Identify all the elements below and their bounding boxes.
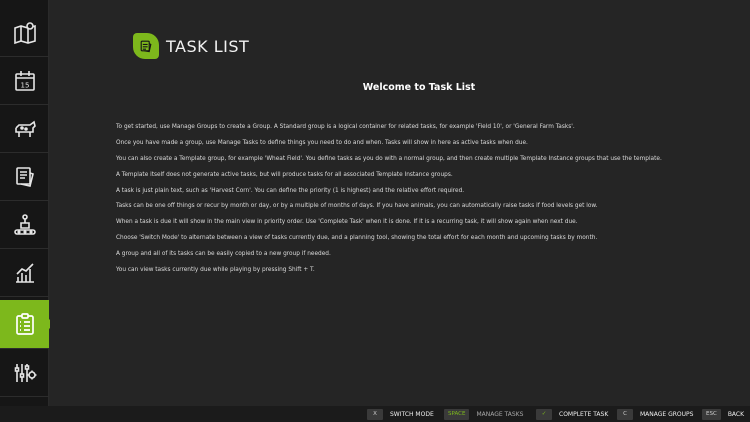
intro-paragraph: When a task is due it will show in the m… [116, 219, 578, 226]
welcome-heading: Welcome to Task List [362, 82, 476, 93]
intro-paragraph: A group and all of its tasks can be easi… [116, 251, 331, 258]
intro-text: To get started, use Manage Groups to cre… [116, 124, 696, 283]
sidebar-item-statistics[interactable] [0, 250, 49, 297]
complete-task-hint[interactable]: ✓ COMPLETE TASK [536, 408, 608, 420]
manage-groups-label: MANAGE GROUPS [640, 410, 694, 418]
sliders-gear-icon [14, 364, 36, 382]
clipboard-list-icon [15, 313, 34, 335]
sidebar-item-task-list[interactable] [0, 300, 54, 349]
switch-mode-label: SWITCH MODE [390, 410, 434, 418]
switch-mode-hint[interactable]: X SWITCH MODE [367, 408, 434, 420]
key-c: C [617, 408, 633, 420]
sidebar-item-contracts[interactable] [0, 154, 49, 201]
svg-text:15: 15 [20, 82, 29, 90]
intro-paragraph: To get started, use Manage Groups to cre… [116, 124, 575, 130]
sidebar-item-animals[interactable] [0, 106, 49, 153]
sidebar-item-settings[interactable] [0, 350, 49, 397]
map-pin-icon [13, 22, 36, 45]
intro-paragraph: A task is just plain text, such as 'Harv… [116, 187, 465, 194]
task-list-logo [133, 33, 159, 59]
button-hint-bar: X SWITCH MODE SPACE MANAGE TASKS ✓ COMPL… [0, 406, 750, 422]
manage-tasks-label: MANAGE TASKS [476, 410, 524, 418]
back-hint[interactable]: ESC BACK [702, 408, 744, 420]
calendar-icon: 15 [14, 71, 35, 91]
manage-tasks-hint[interactable]: SPACE MANAGE TASKS [444, 408, 523, 420]
documents-icon [15, 167, 34, 187]
key-check-icon: ✓ [536, 408, 552, 420]
bar-chart-icon [15, 263, 34, 283]
key-x: X [367, 408, 383, 420]
intro-paragraph: Tasks can be one off things or recur by … [116, 203, 598, 210]
manage-groups-hint[interactable]: C MANAGE GROUPS [617, 408, 693, 420]
cow-icon [14, 120, 36, 137]
conveyor-icon [13, 214, 36, 235]
key-space: SPACE [444, 408, 470, 420]
sidebar: 15 [0, 0, 54, 406]
sidebar-item-calendar[interactable]: 15 [0, 58, 49, 105]
sidebar-item-production[interactable] [0, 202, 49, 249]
complete-task-label: COMPLETE TASK [559, 410, 609, 418]
page-title: TASK LIST [166, 37, 250, 56]
key-esc: ESC [702, 408, 721, 420]
clipboard-logo-icon [140, 40, 152, 53]
sidebar-item-map[interactable] [0, 10, 49, 57]
intro-paragraph: A Template itself does not generate acti… [116, 171, 453, 178]
intro-paragraph: You can view tasks currently due while p… [116, 267, 315, 274]
intro-paragraph: You can also create a Template group, fo… [116, 155, 662, 162]
intro-paragraph: Choose 'Switch Mode' to alternate betwee… [116, 235, 598, 242]
intro-paragraph: Once you have made a group, use Manage T… [116, 139, 528, 146]
back-label: BACK [727, 410, 745, 418]
